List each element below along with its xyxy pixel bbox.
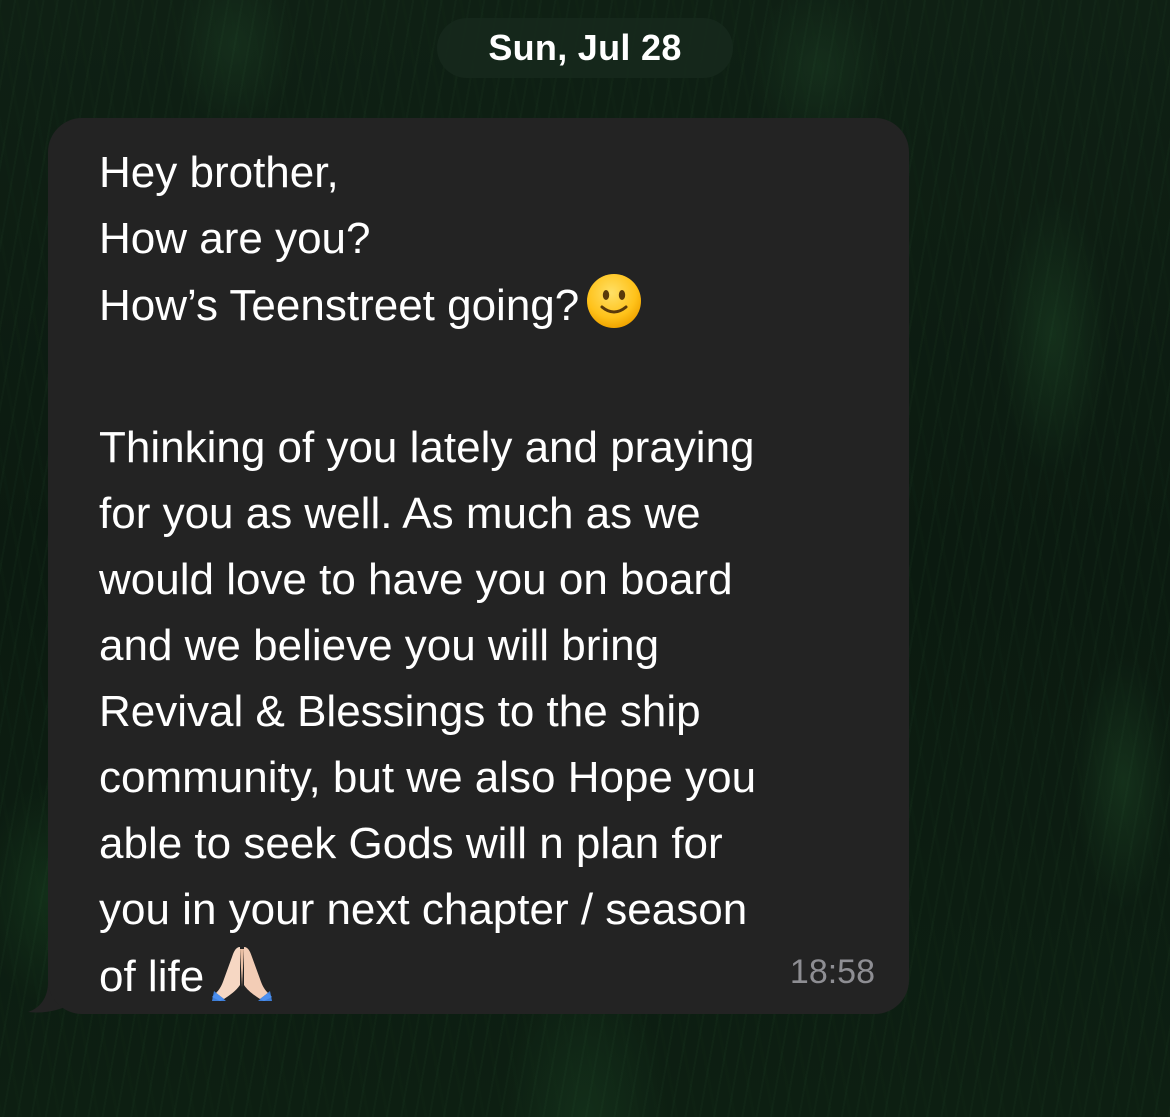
- slightly-smiling-face-icon: [585, 272, 643, 349]
- message-text: Hey brother, How are you? How’s Teenstre…: [99, 140, 889, 1020]
- message-line: for you as well. As much as we: [99, 489, 701, 538]
- message-line: you in your next chapter / season: [99, 885, 748, 934]
- message-line: How are you?: [99, 214, 371, 263]
- message-line: How’s Teenstreet going?: [99, 281, 580, 330]
- message-line: Thinking of you lately and praying: [99, 423, 755, 472]
- date-label: Sun, Jul 28: [488, 27, 682, 68]
- message-line: Hey brother,: [99, 148, 339, 197]
- message-timestamp: 18:58: [789, 953, 875, 991]
- message-line: would love to have you on board: [99, 555, 733, 604]
- message-line: Revival & Blessings to the ship: [99, 687, 701, 736]
- message-line: of life: [99, 952, 205, 1001]
- message-line: and we believe you will bring: [99, 621, 660, 670]
- message-line: community, but we also Hope you: [99, 753, 757, 802]
- message-line: able to seek Gods will n plan for: [99, 819, 723, 868]
- message-bubble-container[interactable]: Hey brother, How are you? How’s Teenstre…: [28, 118, 909, 1014]
- incoming-message-bubble[interactable]: Hey brother, How are you? How’s Teenstre…: [48, 118, 909, 1014]
- date-separator: Sun, Jul 28: [437, 18, 733, 78]
- folded-hands-icon: [210, 943, 274, 1020]
